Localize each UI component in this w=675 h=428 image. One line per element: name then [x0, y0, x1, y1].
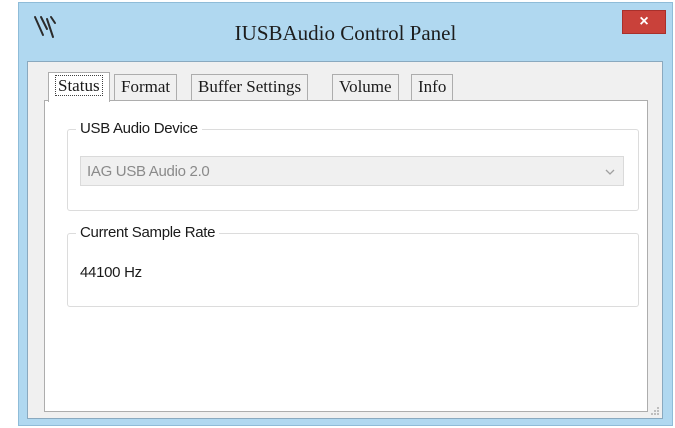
tab-format-label: Format: [121, 77, 171, 96]
usb-audio-device-dropdown[interactable]: IAG USB Audio 2.0: [80, 156, 624, 186]
window-title: IUSBAudio Control Panel: [234, 21, 457, 45]
tab-status[interactable]: Status: [48, 72, 110, 102]
usb-audio-device-label: USB Audio Device: [76, 120, 202, 137]
close-icon: ×: [639, 13, 649, 30]
tab-buffer-settings[interactable]: Buffer Settings: [191, 74, 309, 100]
current-sample-rate-value: 44100 Hz: [80, 264, 142, 281]
close-button[interactable]: ×: [622, 10, 666, 34]
client-area: Status Format Buffer Settings Volume Inf…: [27, 61, 663, 419]
tab-info[interactable]: Info: [411, 74, 454, 100]
tab-volume-label: Volume: [339, 77, 392, 96]
resize-grip-icon[interactable]: [650, 406, 660, 416]
control-panel-window: IUSBAudio Control Panel × Status Format …: [18, 2, 673, 426]
tab-status-label: Status: [55, 75, 103, 96]
chevron-down-icon: [605, 169, 615, 175]
current-sample-rate-group: Current Sample Rate 44100 Hz: [67, 224, 639, 307]
status-tab-panel: USB Audio Device IAG USB Audio 2.0 Curre…: [44, 100, 648, 412]
usb-audio-device-value: IAG USB Audio 2.0: [87, 163, 210, 180]
tab-buffer-settings-label: Buffer Settings: [198, 77, 302, 96]
tab-info-label: Info: [418, 77, 447, 96]
current-sample-rate-label: Current Sample Rate: [76, 224, 220, 241]
usb-audio-device-group: USB Audio Device IAG USB Audio 2.0: [67, 120, 639, 211]
title-bar[interactable]: IUSBAudio Control Panel ×: [19, 3, 672, 59]
tab-format[interactable]: Format: [114, 74, 178, 100]
tab-volume[interactable]: Volume: [332, 74, 399, 100]
